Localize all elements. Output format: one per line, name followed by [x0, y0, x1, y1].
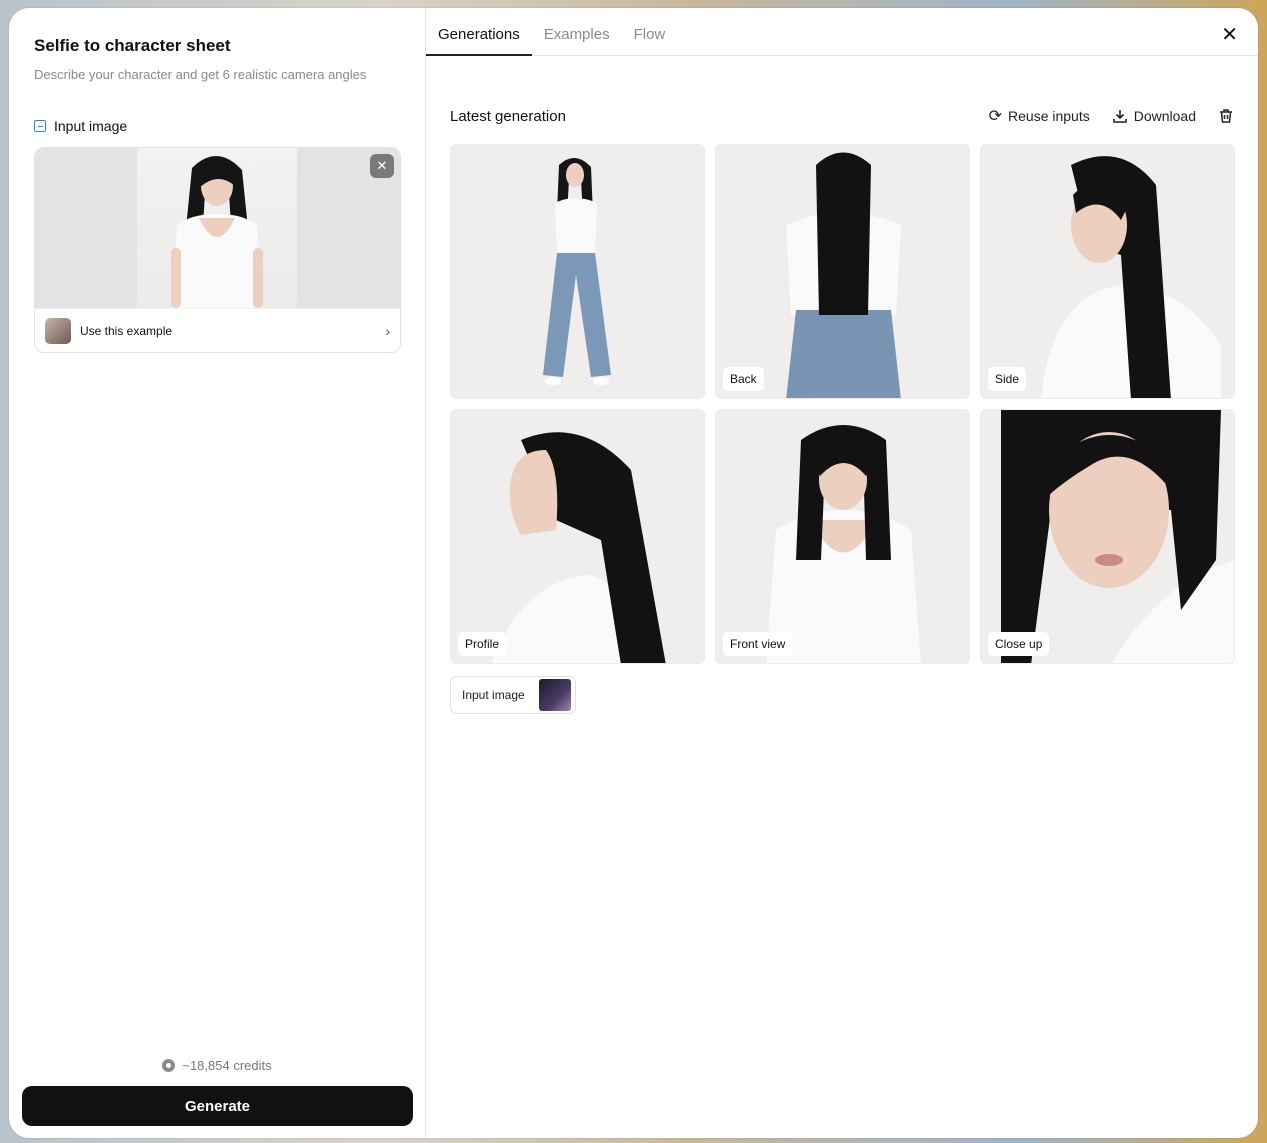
generated-image-front-view[interactable]: Front view: [715, 409, 970, 664]
refresh-icon: ⟳: [988, 108, 1003, 125]
generated-image-full-body[interactable]: [450, 144, 705, 399]
input-image-chip[interactable]: Input image: [450, 676, 576, 714]
input-chip-label: Input image: [462, 688, 525, 702]
settings-panel: Selfie to character sheet Describe your …: [9, 8, 426, 1138]
input-chip-thumbnail: [539, 679, 571, 711]
download-button[interactable]: Download: [1112, 108, 1196, 124]
generate-button[interactable]: Generate: [22, 1086, 413, 1126]
results-panel: Generations Examples Flow ✕ Latest gener…: [426, 8, 1258, 1138]
reuse-inputs-label: Reuse inputs: [1008, 108, 1090, 124]
close-icon: ✕: [376, 158, 388, 173]
use-example-label: Use this example: [80, 324, 173, 338]
tile-label-side: Side: [988, 367, 1027, 391]
tile-label-profile: Profile: [458, 632, 507, 656]
credits-text: ~18,854 credits: [182, 1058, 272, 1073]
panel-title: Selfie to character sheet: [34, 36, 231, 55]
reuse-inputs-button[interactable]: ⟳ Reuse inputs: [989, 106, 1090, 126]
trash-icon: [1218, 108, 1234, 124]
generation-grid: Back Side Profile Front view Close up: [450, 144, 1235, 664]
generated-image-back[interactable]: Back: [715, 144, 970, 399]
use-example-row[interactable]: Use this example ›: [35, 308, 400, 352]
image-icon: [34, 120, 46, 132]
generated-image-side[interactable]: Side: [980, 144, 1235, 399]
tab-bar: Generations Examples Flow: [426, 8, 1258, 56]
generated-image-profile[interactable]: Profile: [450, 409, 705, 664]
input-image-label: Input image: [54, 118, 128, 134]
generation-title: Latest generation: [450, 107, 566, 125]
tile-label-close-up: Close up: [988, 632, 1050, 656]
remove-image-button[interactable]: ✕: [370, 154, 394, 178]
generated-image-close-up[interactable]: Close up: [980, 409, 1235, 664]
download-label: Download: [1133, 108, 1196, 124]
input-image-section-header: Input image: [34, 118, 400, 134]
delete-button[interactable]: [1218, 108, 1234, 124]
input-image-preview[interactable]: ✕: [35, 148, 400, 308]
example-thumbnail: [45, 318, 71, 344]
panel-subtitle: Describe your character and get 6 realis…: [34, 67, 367, 82]
tab-flow[interactable]: Flow: [622, 26, 678, 55]
credits-coin-icon: [162, 1059, 176, 1072]
tab-examples[interactable]: Examples: [532, 26, 622, 55]
character-sheet-modal: Selfie to character sheet Describe your …: [9, 8, 1258, 1138]
close-icon[interactable]: ✕: [1221, 22, 1238, 47]
download-icon: [1112, 108, 1128, 124]
tile-label-front-view: Front view: [723, 632, 793, 656]
credits-indicator: ~18,854 credits: [9, 1058, 425, 1073]
tile-label-back: Back: [723, 367, 764, 391]
generation-header: Latest generation ⟳ Reuse inputs Downloa…: [450, 106, 1234, 126]
tab-generations[interactable]: Generations: [426, 26, 532, 56]
chevron-right-icon: ›: [385, 323, 390, 339]
input-image-card[interactable]: ✕ Use this example ›: [34, 147, 401, 353]
input-photo: [137, 148, 297, 308]
